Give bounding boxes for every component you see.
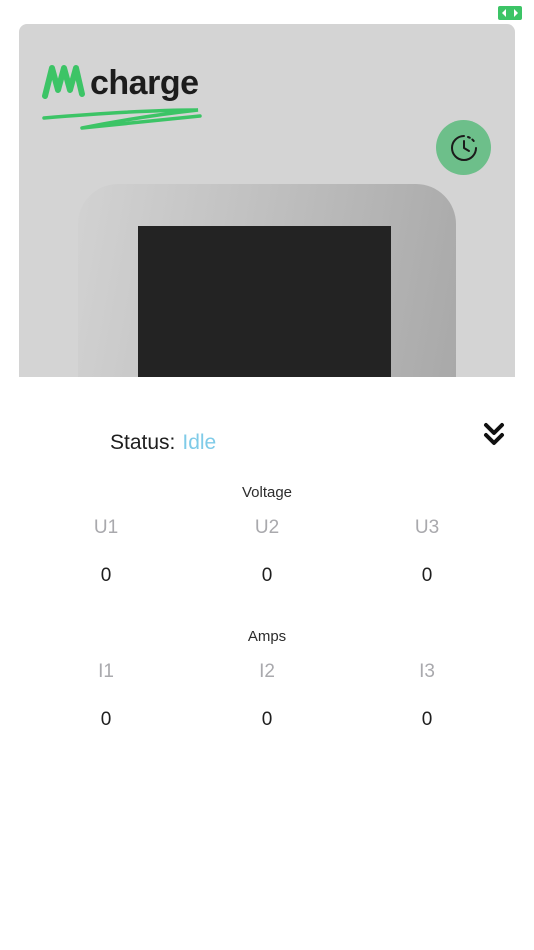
voltage-u2-value: 0 — [227, 565, 307, 587]
amps-i3-value: 0 — [387, 709, 467, 731]
status-row: Status: Idle — [110, 431, 216, 455]
metric-value: 0 — [421, 565, 433, 586]
charger-device-body — [78, 184, 456, 384]
voltage-u1-value: 0 — [66, 565, 146, 587]
amps-i3: I3 — [387, 661, 467, 683]
charging-history-button[interactable] — [436, 120, 491, 175]
amps-i2: I2 — [227, 661, 307, 683]
expand-icon[interactable] — [498, 6, 522, 20]
metric-label: I3 — [419, 661, 435, 682]
metric-value: 0 — [261, 709, 273, 730]
logo-swoosh-icon — [42, 108, 202, 130]
metric-value: 0 — [100, 709, 112, 730]
charger-screen: charge Status: Idle Voltage U1 U2 U3 0 0… — [0, 0, 534, 950]
clock-history-icon — [450, 134, 477, 161]
metric-value: 0 — [261, 565, 273, 586]
collapse-sheet-button[interactable] — [482, 421, 506, 449]
voltage-title: Voltage — [241, 484, 293, 501]
amps-title: Amps — [247, 628, 287, 645]
logo-text: charge — [90, 64, 199, 102]
voltage-u1: U1 — [66, 517, 146, 539]
status-value: Idle — [182, 431, 217, 454]
charger-info-sheet: Status: Idle Voltage U1 U2 U3 0 0 0 Amps — [0, 377, 534, 950]
metric-label: U2 — [254, 517, 280, 538]
logo-mark-icon — [42, 65, 85, 99]
metric-value: 0 — [100, 565, 112, 586]
wcharge-logo: charge — [42, 62, 207, 134]
metric-value: 0 — [421, 709, 433, 730]
voltage-u2: U2 — [227, 517, 307, 539]
metric-label: I2 — [259, 661, 275, 682]
voltage-u3-value: 0 — [387, 565, 467, 587]
metric-label: U3 — [414, 517, 440, 538]
status-label: Status: — [110, 431, 176, 454]
charger-image-card: charge — [19, 24, 515, 384]
metric-label: I1 — [98, 661, 114, 682]
voltage-u3: U3 — [387, 517, 467, 539]
metric-label: U1 — [93, 517, 119, 538]
amps-i1-value: 0 — [66, 709, 146, 731]
charger-device-screen — [138, 226, 391, 384]
amps-i1: I1 — [66, 661, 146, 683]
amps-i2-value: 0 — [227, 709, 307, 731]
